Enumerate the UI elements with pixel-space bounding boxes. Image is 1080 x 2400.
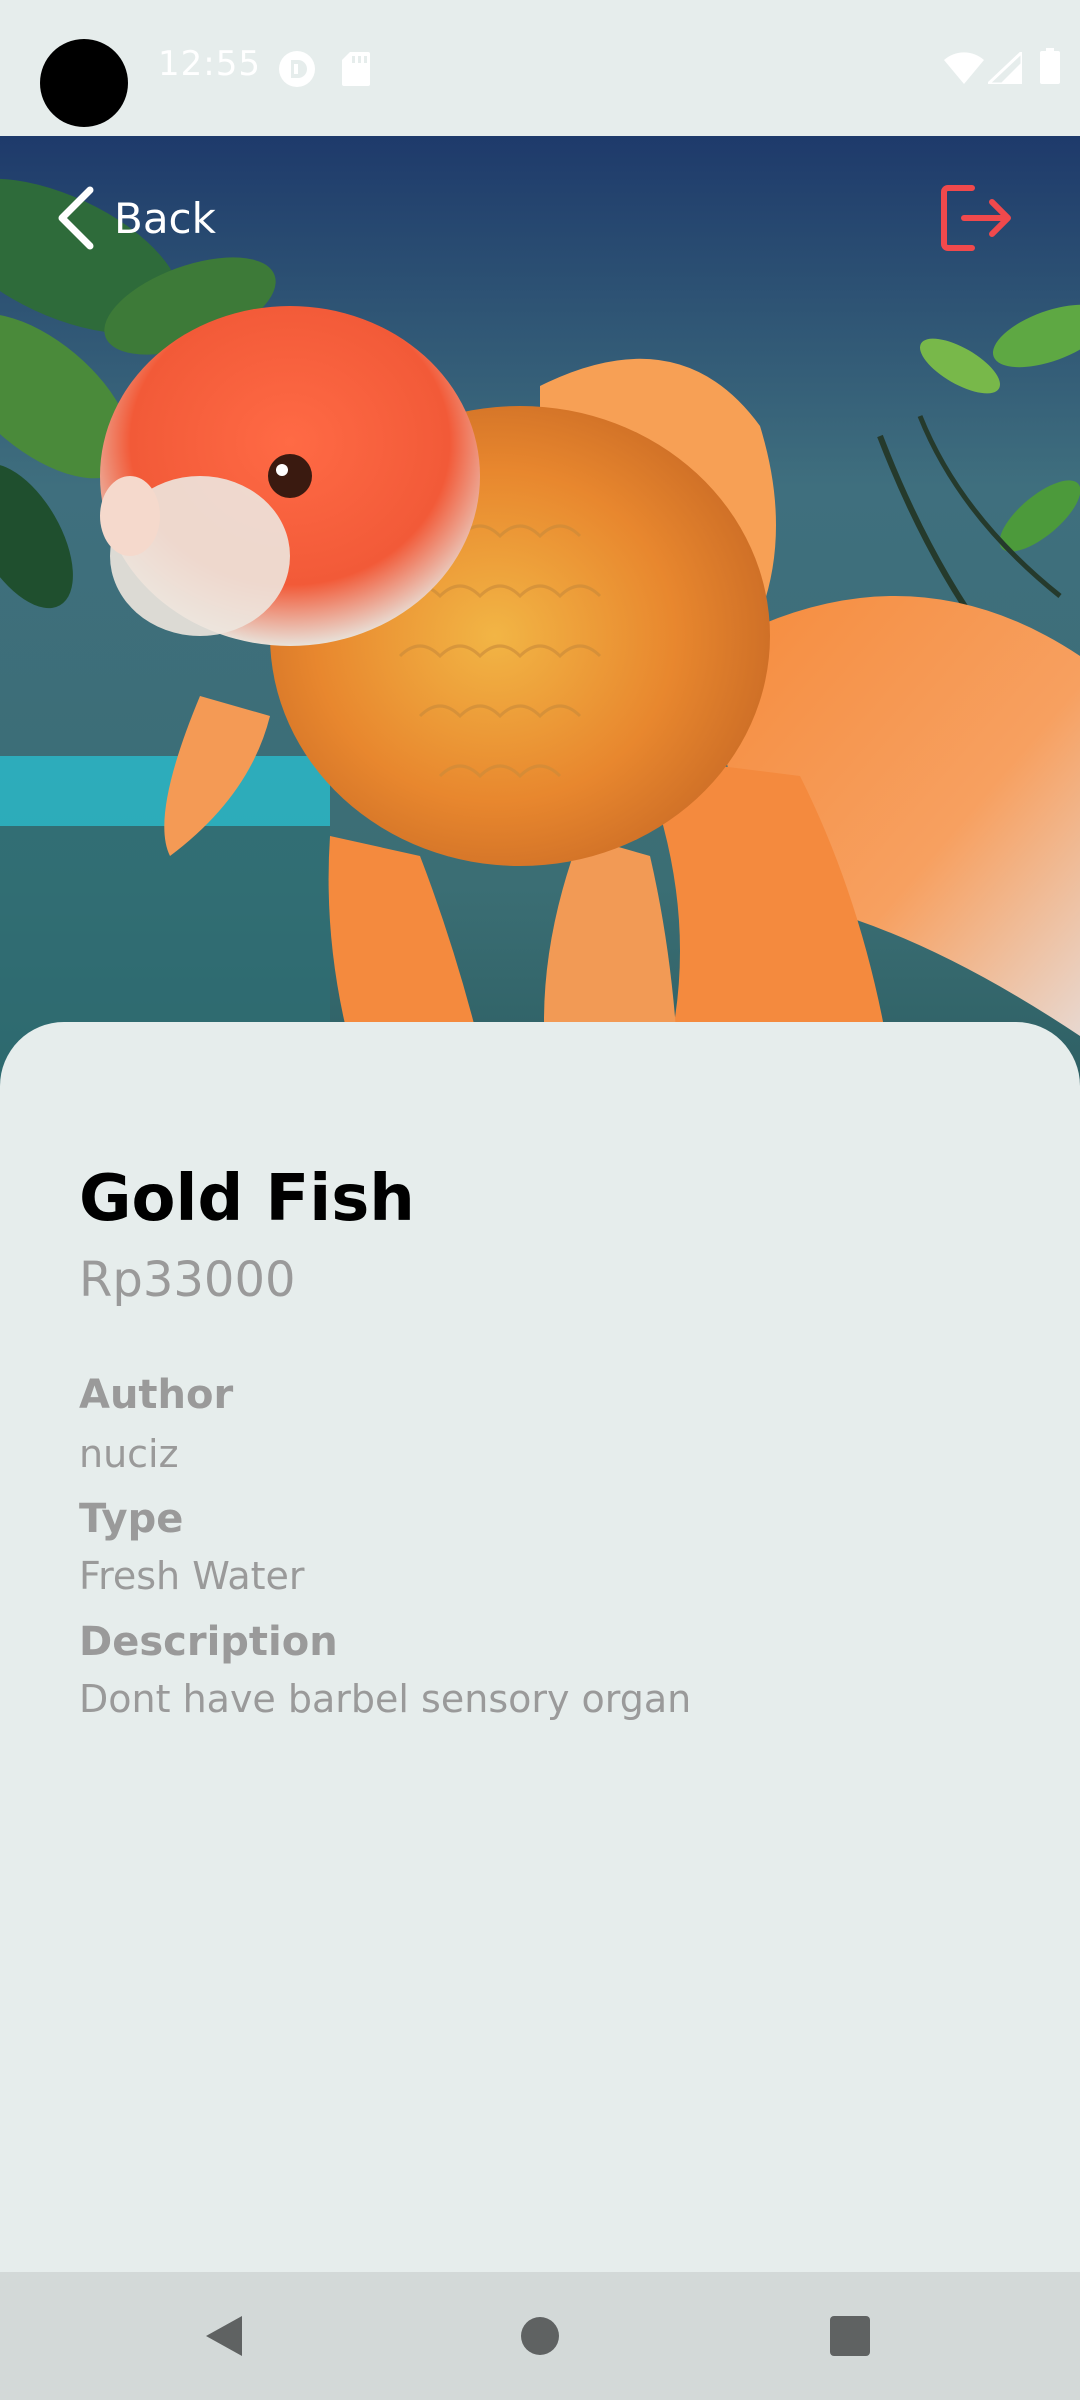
chevron-left-icon — [58, 186, 94, 250]
recents-square-icon[interactable] — [830, 2316, 870, 2356]
description-label: Description — [79, 1619, 338, 1665]
type-label: Type — [79, 1496, 184, 1542]
back-button[interactable]: Back — [56, 178, 216, 258]
product-price: Rp33000 — [79, 1252, 296, 1308]
status-time: 12:55 — [158, 44, 261, 84]
battery-icon — [1040, 48, 1060, 84]
logout-button[interactable] — [938, 180, 1014, 256]
back-label: Back — [114, 193, 216, 243]
product-image — [0, 136, 1080, 1136]
status-bar: 12:55 — [0, 0, 1080, 136]
camera-cutout — [40, 39, 128, 127]
logout-icon — [941, 185, 1011, 251]
vpn-key-icon — [279, 51, 315, 87]
signal-icon — [988, 52, 1022, 84]
product-name: Gold Fish — [79, 1162, 415, 1236]
sd-card-icon — [342, 52, 370, 86]
home-circle-icon[interactable] — [520, 2316, 560, 2356]
product-detail-screen: 12:55 Back Gold Fish Rp33000 Author nuci… — [0, 0, 1080, 2400]
system-navigation-bar — [0, 2272, 1080, 2400]
description-value: Dont have barbel sensory organ — [79, 1677, 692, 1721]
product-detail-card: Gold Fish Rp33000 Author nuciz Type Fres… — [0, 1022, 1080, 2272]
author-value: nuciz — [79, 1432, 179, 1476]
author-label: Author — [79, 1372, 234, 1418]
wifi-icon — [944, 52, 984, 84]
type-value: Fresh Water — [79, 1554, 305, 1598]
back-triangle-icon[interactable] — [204, 2314, 244, 2358]
